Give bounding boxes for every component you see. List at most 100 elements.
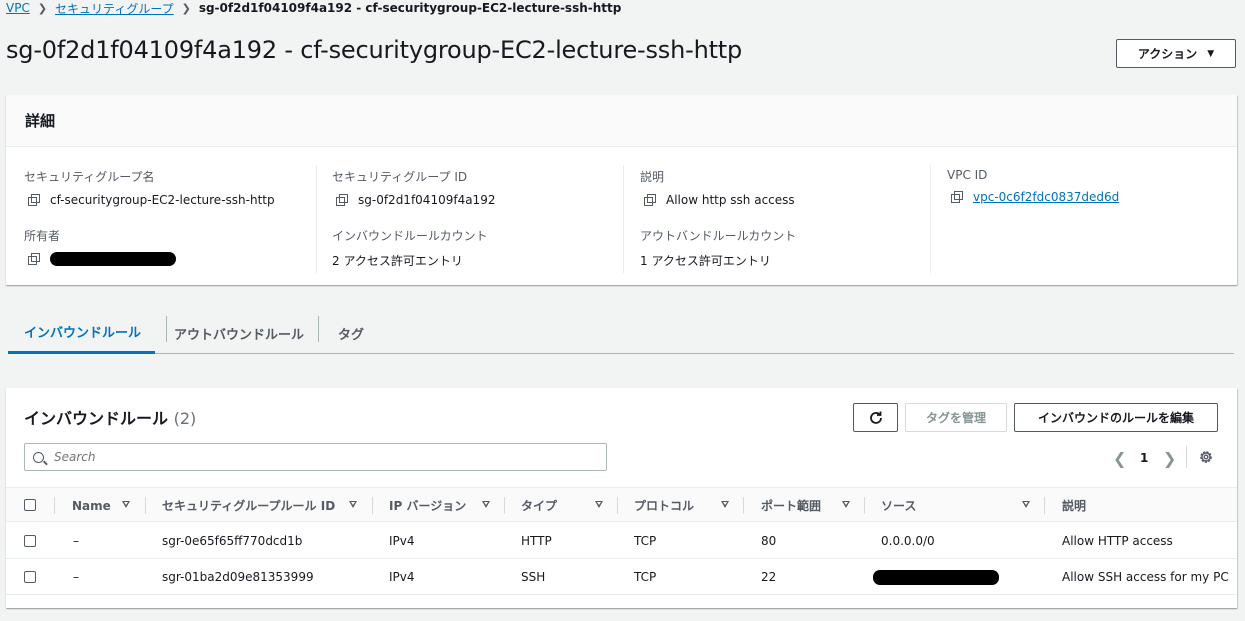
search-box[interactable] xyxy=(24,443,607,471)
tab-divider xyxy=(166,316,167,342)
inbound-count-value: 2 アクセス許可エントリ xyxy=(332,254,463,268)
sg-name-label: セキュリティグループ名 xyxy=(24,170,155,184)
description-field: 説明 Allow http ssh access xyxy=(640,168,795,207)
cell-ip-version: IPv4 xyxy=(389,534,415,548)
cell-type: HTTP xyxy=(521,534,552,548)
column-divider xyxy=(623,165,624,273)
prev-page-icon[interactable]: ❮ xyxy=(1113,449,1126,468)
copy-icon[interactable] xyxy=(644,194,656,206)
sg-id-value: sg-0f2d1f04109f4a192 xyxy=(358,193,496,207)
edit-inbound-rules-button[interactable]: インバウンドのルールを編集 xyxy=(1014,403,1218,432)
table-row[interactable]: – sgr-01ba2d09e81353999 IPv4 SSH TCP 22 … xyxy=(6,559,1237,595)
breadcrumb-security-groups-link[interactable]: セキュリティグループ xyxy=(55,0,174,17)
cell-protocol: TCP xyxy=(634,570,657,584)
cell-source xyxy=(873,559,999,595)
next-page-icon[interactable]: ❯ xyxy=(1163,449,1176,468)
tab-divider xyxy=(318,316,319,342)
column-header-rule-id[interactable]: セキュリティグループルール ID xyxy=(162,488,335,523)
caret-down-icon: ▼ xyxy=(1207,48,1215,59)
sort-caret-icon[interactable] xyxy=(1022,501,1030,508)
breadcrumb-vpc-link[interactable]: VPC xyxy=(6,1,30,15)
breadcrumb-current: sg-0f2d1f04109f4a192 - cf-securitygroup-… xyxy=(198,1,622,15)
search-icon xyxy=(33,451,44,463)
cell-description: Allow HTTP access xyxy=(1062,534,1173,548)
rules-count: (2) xyxy=(173,409,197,428)
description-label: 説明 xyxy=(640,170,665,184)
pagination-divider xyxy=(1186,446,1187,468)
vpc-id-field: VPC ID vpc-0c6f2fdc0837ded6d xyxy=(947,168,1119,204)
sort-caret-icon[interactable] xyxy=(122,501,130,508)
rules-title: インバウンドルール (2) xyxy=(24,405,196,429)
row-checkbox[interactable] xyxy=(24,535,36,547)
column-header-type[interactable]: タイプ xyxy=(521,488,557,523)
copy-icon[interactable] xyxy=(28,194,40,206)
column-header-port-range[interactable]: ポート範囲 xyxy=(761,488,821,523)
sort-caret-icon[interactable] xyxy=(721,501,729,508)
column-divider xyxy=(504,497,505,514)
column-header-description[interactable]: 説明 xyxy=(1062,488,1086,523)
table-row[interactable]: – sgr-0e65f65ff770dcd1b IPv4 HTTP TCP 80… xyxy=(6,523,1237,559)
actions-button-label: アクション xyxy=(1137,47,1198,61)
cell-type: SSH xyxy=(521,570,546,584)
tab-inbound-rules[interactable]: インバウンドルール xyxy=(8,312,155,354)
cell-name: – xyxy=(73,570,79,584)
sg-id-label: セキュリティグループ ID xyxy=(332,170,468,184)
tab-tags[interactable]: タグ xyxy=(338,312,364,354)
outbound-count-field: アウトバンドルールカウント 1 アクセス許可エントリ xyxy=(640,227,796,269)
sort-caret-icon[interactable] xyxy=(595,501,603,508)
cell-name: – xyxy=(73,534,79,548)
tab-outbound-rules[interactable]: アウトバウンドルール xyxy=(174,312,304,354)
column-divider xyxy=(617,497,618,514)
refresh-button[interactable] xyxy=(853,403,898,432)
column-divider xyxy=(864,497,865,514)
cell-port-range: 22 xyxy=(761,570,777,584)
sg-name-value: cf-securitygroup-EC2-lecture-ssh-http xyxy=(50,193,275,207)
row-checkbox[interactable] xyxy=(24,571,36,583)
copy-icon[interactable] xyxy=(951,191,963,203)
copy-icon[interactable] xyxy=(28,253,40,265)
details-panel: 詳細 セキュリティグループ名 cf-securitygroup-EC2-lect… xyxy=(6,95,1237,285)
manage-tags-button[interactable]: タグを管理 xyxy=(905,403,1007,432)
column-divider xyxy=(372,497,373,514)
refresh-icon xyxy=(869,411,882,424)
actions-button[interactable]: アクション ▼ xyxy=(1116,39,1236,68)
cell-ip-version: IPv4 xyxy=(389,570,415,584)
vpc-id-link[interactable]: vpc-0c6f2fdc0837ded6d xyxy=(973,190,1119,204)
sort-caret-icon[interactable] xyxy=(482,501,490,508)
rules-title-text: インバウンドルール xyxy=(24,409,169,428)
sort-caret-icon[interactable] xyxy=(349,501,357,508)
redacted-owner xyxy=(50,252,176,266)
select-all-checkbox[interactable] xyxy=(24,499,36,511)
column-header-ip-version[interactable]: IP バージョン xyxy=(389,488,466,523)
details-header: 詳細 xyxy=(6,95,1237,147)
sg-id-field: セキュリティグループ ID sg-0f2d1f04109f4a192 xyxy=(332,168,495,207)
column-divider xyxy=(930,165,931,273)
page-number[interactable]: 1 xyxy=(1140,451,1148,465)
cell-source: 0.0.0.0/0 xyxy=(881,534,935,548)
owner-field: 所有者 xyxy=(24,227,176,266)
inbound-count-label: インバウンドルールカウント xyxy=(332,229,488,243)
description-value: Allow http ssh access xyxy=(666,193,795,207)
sg-name-field: セキュリティグループ名 cf-securitygroup-EC2-lecture… xyxy=(24,168,275,207)
column-divider xyxy=(54,497,55,514)
gear-icon[interactable] xyxy=(1198,449,1214,465)
cell-protocol: TCP xyxy=(634,534,657,548)
inbound-count-field: インバウンドルールカウント 2 アクセス許可エントリ xyxy=(332,227,488,269)
page-title: sg-0f2d1f04109f4a192 - cf-securitygroup-… xyxy=(6,36,743,64)
column-divider xyxy=(1044,497,1045,514)
column-divider xyxy=(743,497,744,514)
copy-icon[interactable] xyxy=(336,194,348,206)
redacted-source xyxy=(873,569,999,585)
column-header-name[interactable]: Name xyxy=(72,488,111,523)
tab-bar: インバウンドルール アウトバウンドルール タグ xyxy=(8,312,1234,354)
breadcrumb: VPC ❯ セキュリティグループ ❯ sg-0f2d1f04109f4a192 … xyxy=(6,0,621,16)
chevron-right-icon: ❯ xyxy=(181,1,191,15)
column-header-source[interactable]: ソース xyxy=(881,488,916,523)
column-header-protocol[interactable]: プロトコル xyxy=(634,488,694,523)
sort-caret-icon[interactable] xyxy=(842,501,850,508)
column-divider xyxy=(316,165,317,273)
search-input[interactable] xyxy=(54,450,594,464)
outbound-count-value: 1 アクセス許可エントリ xyxy=(640,254,771,268)
column-divider xyxy=(145,497,146,514)
cell-port-range: 80 xyxy=(761,534,777,548)
